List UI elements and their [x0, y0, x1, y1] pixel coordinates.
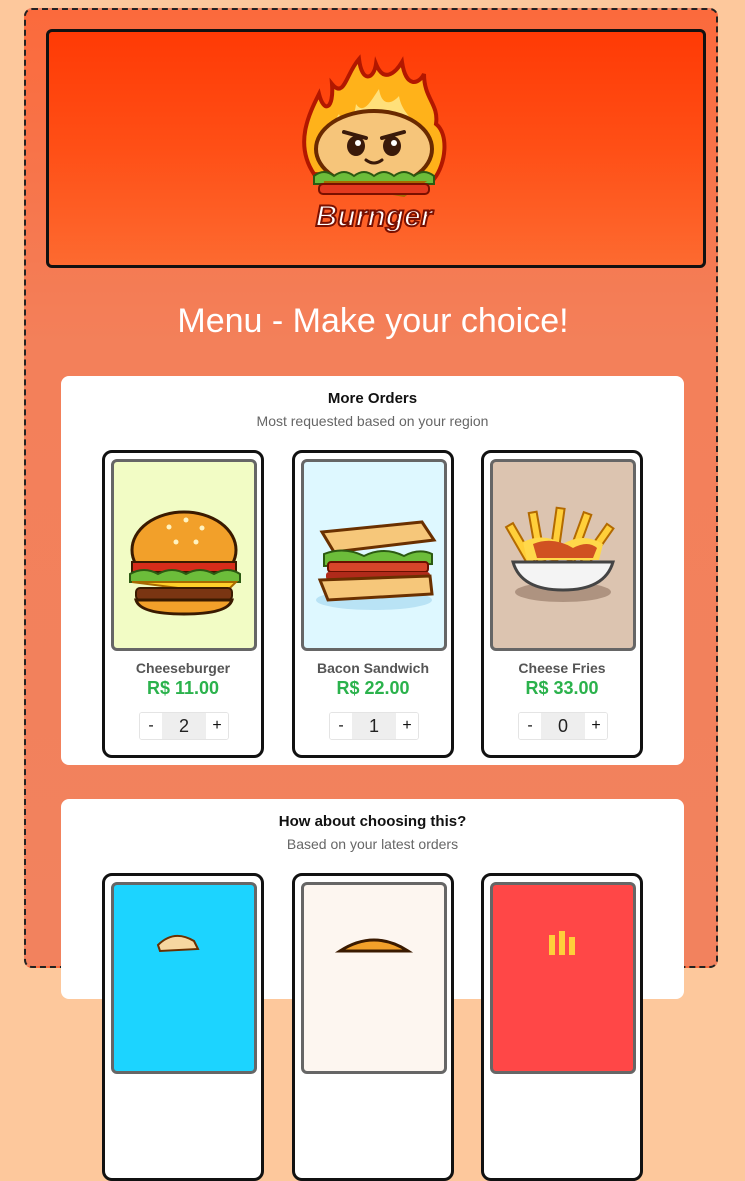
- product-price: R$ 22.00: [336, 678, 410, 698]
- product-image: [490, 882, 636, 1074]
- page-frame: Burnger Menu - Make your choice! More Or…: [24, 8, 718, 1181]
- section-subtitle: Most requested based on your region: [256, 413, 489, 429]
- decrease-button[interactable]: -: [330, 713, 352, 739]
- quantity-stepper[interactable]: - 1 +: [329, 712, 419, 740]
- product-image-cheese-fries: [490, 459, 636, 651]
- section-title: More Orders: [327, 390, 418, 407]
- product-card[interactable]: [102, 873, 264, 1181]
- section-more-orders: More Orders Most requested based on your…: [61, 376, 684, 765]
- product-name: Bacon Sandwich: [316, 660, 430, 676]
- section-title: How about choosing this?: [278, 813, 467, 830]
- product-name: Cheeseburger: [135, 660, 231, 676]
- product-card[interactable]: [481, 873, 643, 1181]
- brand-wordmark: Burnger: [316, 200, 435, 233]
- product-card-bacon-sandwich[interactable]: Bacon Sandwich R$ 22.00 - 1 +: [292, 450, 454, 758]
- section-recommendations: How about choosing this? Based on your l…: [61, 799, 684, 1181]
- product-image-cheeseburger: [111, 459, 257, 651]
- burnger-logo: Burnger: [302, 54, 447, 234]
- product-image: [301, 882, 447, 1074]
- header-banner: Burnger: [46, 29, 706, 268]
- product-price: R$ 33.00: [525, 678, 599, 698]
- page-title: Menu - Make your choice!: [177, 302, 569, 340]
- decrease-button[interactable]: -: [140, 713, 162, 739]
- quantity-stepper[interactable]: - 2 +: [139, 712, 229, 740]
- decrease-button[interactable]: -: [519, 713, 541, 739]
- increase-button[interactable]: +: [206, 713, 228, 739]
- product-image: [111, 882, 257, 1074]
- product-name: Cheese Fries: [518, 660, 606, 676]
- increase-button[interactable]: +: [396, 713, 418, 739]
- product-price: R$ 11.00: [146, 678, 220, 698]
- product-card-cheese-fries[interactable]: Cheese Fries R$ 33.00 - 0 +: [481, 450, 643, 758]
- quantity-value: 0: [541, 713, 585, 739]
- product-card[interactable]: [292, 873, 454, 1181]
- product-card-cheeseburger[interactable]: Cheeseburger R$ 11.00 - 2 +: [102, 450, 264, 758]
- section-subtitle: Based on your latest orders: [286, 836, 459, 852]
- product-image-bacon-sandwich: [301, 459, 447, 651]
- quantity-value: 1: [352, 713, 396, 739]
- increase-button[interactable]: +: [585, 713, 607, 739]
- quantity-value: 2: [162, 713, 206, 739]
- quantity-stepper[interactable]: - 0 +: [518, 712, 608, 740]
